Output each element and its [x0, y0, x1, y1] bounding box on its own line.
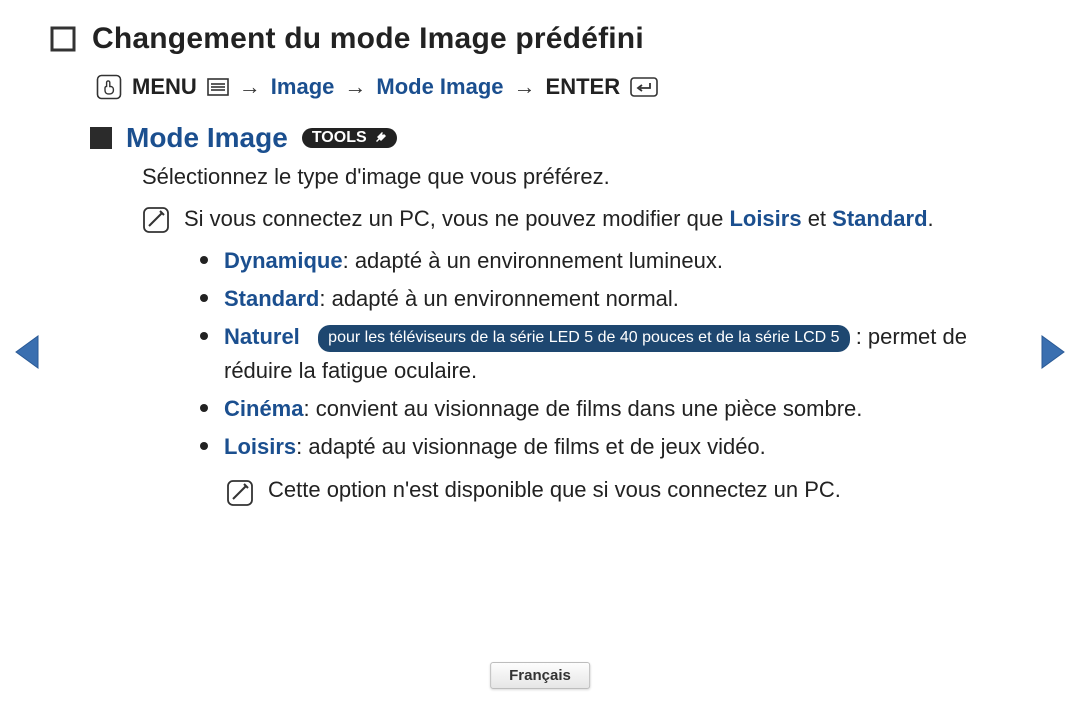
note-icon — [226, 479, 254, 507]
title-row: Changement du mode Image prédéfini — [50, 22, 1030, 56]
section-heading: Mode Image — [126, 122, 288, 154]
note1-et: et — [802, 206, 833, 231]
note1-loisirs: Loisirs — [729, 206, 801, 231]
bullet-dot-icon — [200, 442, 208, 450]
enter-label: ENTER — [546, 74, 621, 100]
b4-label: Cinéma — [224, 396, 303, 421]
bullet-cinema: Cinéma: convient au visionnage de films … — [200, 392, 1030, 426]
arrow-3: → — [514, 74, 536, 100]
menu-screen-icon — [207, 78, 229, 96]
next-page-button[interactable] — [1040, 334, 1066, 375]
b1-label: Dynamique — [224, 248, 343, 273]
bullet-naturel: Naturel pour les téléviseurs de la série… — [200, 320, 1030, 388]
bullet-dot-icon — [200, 294, 208, 302]
section-heading-row: Mode Image TOOLS — [90, 122, 1030, 154]
b2-text: : adapté à un environnement normal. — [319, 286, 679, 311]
arrow-1: → — [239, 74, 261, 100]
menu-path: MENU → Image → Mode Image → ENTER — [96, 74, 1030, 100]
note1-prefix: Si vous connectez un PC, vous ne pouvez … — [184, 206, 729, 231]
b3-pill: pour les téléviseurs de la série LED 5 d… — [318, 325, 849, 352]
bullet-dynamique: Dynamique: adapté à un environnement lum… — [200, 244, 1030, 278]
b5-label: Loisirs — [224, 434, 296, 459]
note-pc-limitation: Si vous connectez un PC, vous ne pouvez … — [142, 204, 1030, 234]
b1-text: : adapté à un environnement lumineux. — [343, 248, 723, 273]
tools-badge-label: TOOLS — [312, 129, 367, 147]
prev-page-button[interactable] — [14, 334, 40, 375]
bullet-loisirs: Loisirs: adapté au visionnage de films e… — [200, 430, 1030, 464]
tools-badge: TOOLS — [302, 128, 397, 148]
arrow-2: → — [344, 74, 366, 100]
language-badge[interactable]: Français — [490, 662, 590, 689]
bullet-standard: Standard: adapté à un environnement norm… — [200, 282, 1030, 316]
path-image: Image — [271, 74, 335, 100]
note1-standard: Standard — [832, 206, 927, 231]
note-pc-required: Cette option n'est disponible que si vou… — [226, 477, 1030, 507]
b3-label: Naturel — [224, 324, 300, 349]
mode-bullets: Dynamique: adapté à un environnement lum… — [200, 244, 1030, 465]
bullet-dot-icon — [200, 404, 208, 412]
bullet-dot-icon — [200, 256, 208, 264]
path-mode-image: Mode Image — [376, 74, 503, 100]
intro-text: Sélectionnez le type d'image que vous pr… — [142, 164, 1030, 190]
note-pc-text: Si vous connectez un PC, vous ne pouvez … — [184, 204, 934, 234]
remote-hand-icon — [96, 74, 122, 100]
b5-text: : adapté au visionnage de films et de je… — [296, 434, 766, 459]
bullet-dot-icon — [200, 332, 208, 340]
page-title: Changement du mode Image prédéfini — [92, 22, 644, 56]
b4-text: : convient au visionnage de films dans u… — [303, 396, 862, 421]
note-icon — [142, 206, 170, 234]
enter-key-icon — [630, 77, 658, 97]
section-marker-icon — [50, 26, 76, 52]
b2-label: Standard — [224, 286, 319, 311]
manual-page: Changement du mode Image prédéfini MENU … — [0, 0, 1080, 705]
filled-square-icon — [90, 127, 112, 149]
tools-icon — [373, 131, 387, 145]
note2-text: Cette option n'est disponible que si vou… — [268, 477, 841, 503]
menu-label: MENU — [132, 74, 197, 100]
note1-suffix: . — [928, 206, 934, 231]
